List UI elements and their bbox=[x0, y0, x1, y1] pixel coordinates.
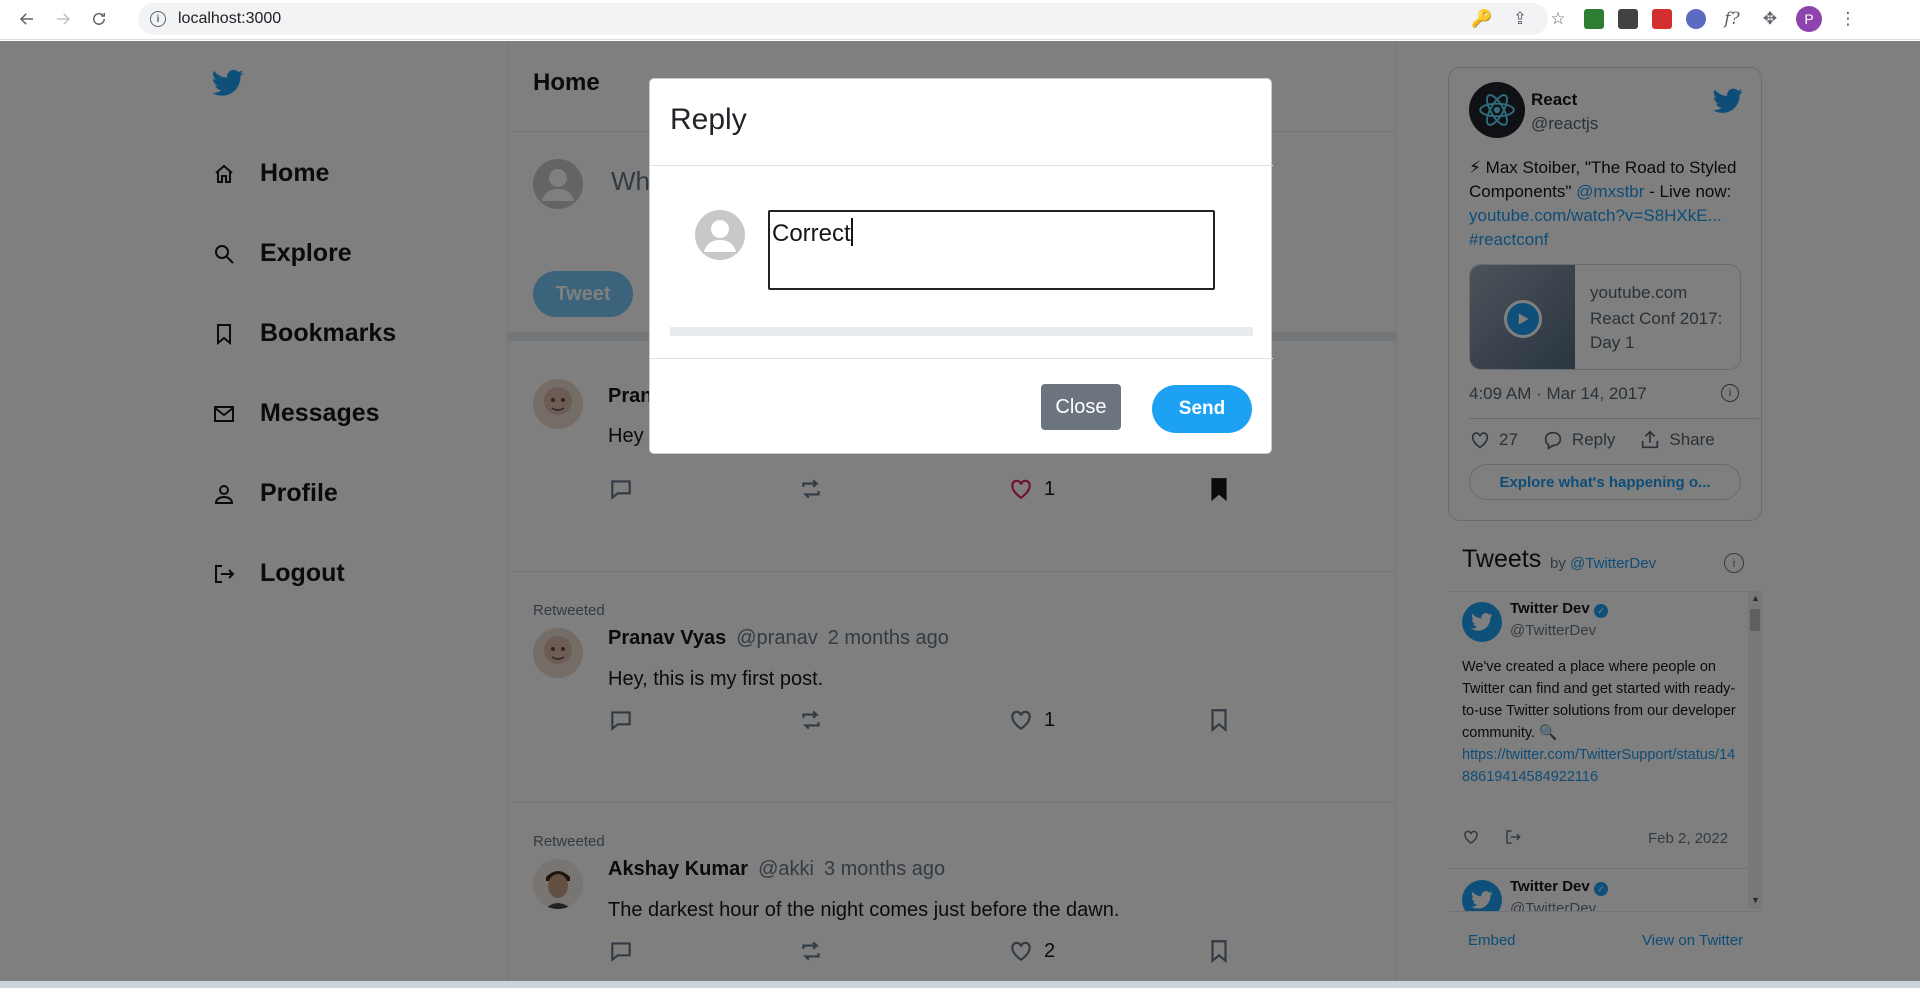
extension-red-icon[interactable] bbox=[1652, 9, 1672, 29]
close-button[interactable]: Close bbox=[1041, 384, 1121, 430]
browser-toolbar: i localhost:3000 🔑 ⇪ ☆ f? ✥ P ⋮ bbox=[0, 0, 1920, 40]
avatar bbox=[695, 210, 745, 260]
modal-footer-divider bbox=[650, 358, 1273, 359]
page-bottom-strip bbox=[0, 981, 1920, 988]
address-bar[interactable]: i localhost:3000 bbox=[138, 3, 1548, 35]
reload-icon[interactable] bbox=[86, 6, 112, 32]
extension-blue-icon[interactable] bbox=[1686, 9, 1706, 29]
share-icon[interactable]: ⇪ bbox=[1508, 6, 1532, 32]
back-icon[interactable] bbox=[14, 6, 40, 32]
reply-modal: Reply Correct Close Send bbox=[649, 78, 1273, 454]
extension-font-icon[interactable]: f? bbox=[1720, 6, 1744, 32]
url-text: localhost:3000 bbox=[178, 10, 282, 27]
extension-html-icon[interactable] bbox=[1584, 9, 1604, 29]
star-icon[interactable]: ☆ bbox=[1546, 6, 1570, 32]
puzzle-icon[interactable]: ✥ bbox=[1758, 6, 1782, 32]
modal-title: Reply bbox=[670, 103, 747, 136]
site-info-icon[interactable]: i bbox=[150, 11, 166, 27]
extension-picker-icon[interactable] bbox=[1618, 9, 1638, 29]
profile-avatar[interactable]: P bbox=[1796, 6, 1822, 32]
text-caret bbox=[850, 218, 853, 246]
modal-header-divider bbox=[650, 165, 1273, 166]
character-progress-bar bbox=[670, 327, 1253, 336]
key-icon[interactable]: 🔑 bbox=[1470, 6, 1494, 32]
reply-input[interactable]: Correct bbox=[768, 210, 1215, 290]
send-button[interactable]: Send bbox=[1152, 385, 1252, 433]
forward-icon[interactable] bbox=[50, 6, 76, 32]
menu-dots-icon[interactable]: ⋮ bbox=[1836, 6, 1860, 32]
